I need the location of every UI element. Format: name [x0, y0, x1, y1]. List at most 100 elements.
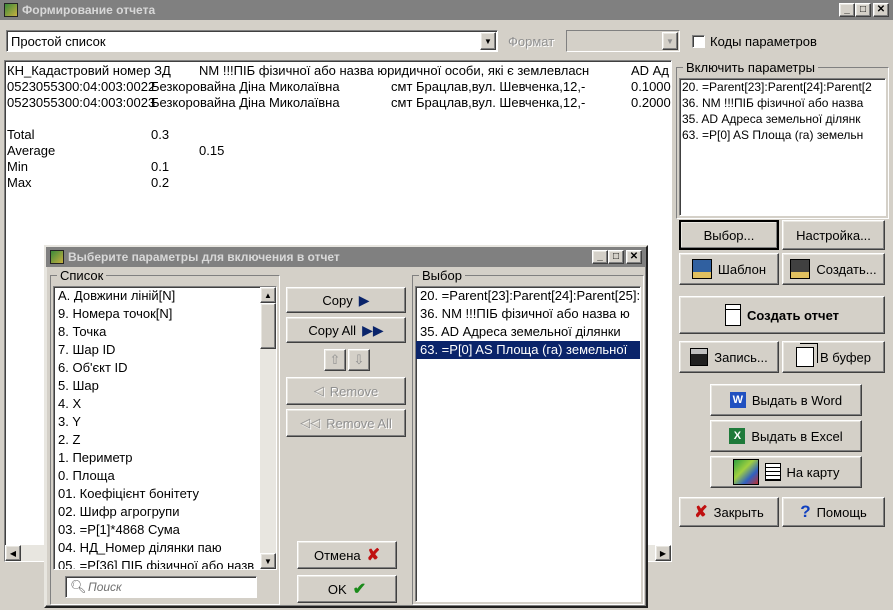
stat-min-label: Min [7, 159, 28, 174]
stat-total-label: Total [7, 127, 35, 142]
table-header-ad: AD Ад [631, 63, 669, 78]
shablon-button[interactable]: Шаблон [679, 253, 779, 285]
format-label: Формат [508, 34, 555, 49]
maximize-button[interactable]: □ [855, 3, 871, 17]
list-item[interactable]: 01. Коефіцієнт бонітету [54, 485, 260, 503]
codes-checkbox[interactable] [692, 35, 705, 48]
help-label: Помощь [816, 504, 867, 520]
copy-all-button[interactable]: Copy All ▶▶ [286, 317, 406, 343]
nastroyka-button[interactable]: Настройка... [782, 220, 885, 250]
close-button[interactable]: ✘ Закрыть [679, 497, 779, 527]
table-row[interactable]: 0523055300:04:003:0022 [7, 79, 155, 95]
remove-all-button[interactable]: ◁◁ Remove All [286, 409, 406, 437]
vertical-scrollbar[interactable]: ▲ ▼ [260, 287, 276, 569]
copy-button[interactable]: Copy ▶ [286, 287, 406, 313]
choice-group-label: Выбор [419, 268, 465, 283]
include-params-list[interactable]: 20. =Parent[23]:Parent[24]:Parent[2 36. … [679, 78, 886, 216]
header-kn: КН_Кадастровий номер ЗД [7, 63, 171, 78]
scroll-up-icon[interactable]: ▲ [260, 287, 276, 303]
scroll-left-icon[interactable]: ◀ [5, 545, 21, 561]
scroll-right-icon[interactable]: ▶ [655, 545, 671, 561]
arrow-right-icon: ▶ [358, 291, 370, 308]
list-item[interactable]: 03. =P[1]*4868 Сума [54, 521, 260, 539]
table-row[interactable]: 0523055300:04:003:0023 [7, 95, 155, 111]
list-item[interactable]: 4. X [54, 395, 260, 413]
word-icon: W [729, 392, 746, 408]
shablon-label: Шаблон [717, 261, 767, 277]
list-item[interactable]: 6. Об'єкт ID [54, 359, 260, 377]
choice-item[interactable]: 20. =Parent[23]:Parent[24]:Parent[25]: [416, 287, 640, 305]
close-label: Закрыть [713, 504, 764, 520]
table-header-nm: NM !!!ПІБ фізичної або назва юридичної о… [199, 63, 590, 78]
cell-address: смт Брацлав,вул. Шевченка,12,- [391, 79, 586, 94]
list-item[interactable]: 8. Точка [54, 323, 260, 341]
move-up-button[interactable]: ⇧ [324, 349, 346, 371]
choice-group: Выбор 20. =Parent[23]:Parent[24]:Parent[… [412, 268, 644, 605]
nastroyka-label: Настройка... [796, 227, 871, 243]
list-item[interactable]: 02. Шифр агрогрупи [54, 503, 260, 521]
list-item[interactable]: 35. AD Адреса земельної ділянк [680, 111, 885, 127]
choice-item[interactable]: 35. AD Адреса земельної ділянки [416, 323, 640, 341]
list-group-label: Список [57, 268, 107, 283]
create-report-button[interactable]: Создать отчет [679, 296, 885, 334]
remove-button[interactable]: ◁ Remove [286, 377, 406, 405]
create-report-label: Создать отчет [746, 307, 840, 323]
dialog-maximize-button[interactable]: □ [608, 250, 624, 264]
stat-min-value: 0.1 [151, 159, 170, 174]
list-item[interactable]: 9. Номера точок[N] [54, 305, 260, 323]
word-label: Выдать в Word [751, 392, 843, 408]
list-item[interactable]: 05. =P[36] ПІБ фізичної або назв [54, 557, 260, 569]
remove-label: Remove [329, 383, 379, 399]
list-item[interactable]: 2. Z [54, 431, 260, 449]
dialog-minimize-button[interactable]: _ [592, 250, 608, 264]
help-button[interactable]: ? Помощь [782, 497, 885, 527]
vybor-button[interactable]: Выбор... [679, 220, 779, 250]
list-item[interactable]: 04. НД_Номер ділянки паю [54, 539, 260, 557]
list-item[interactable]: 63. =P[0] AS Площа (га) земельн [680, 127, 885, 143]
v-bufer-button[interactable]: В буфер [782, 341, 885, 373]
cell-name: Безкоровайна Діна Миколаївна [151, 95, 340, 110]
params-list[interactable]: A. Довжини ліній[N] 9. Номера точок[N] 8. … [53, 286, 277, 570]
word-button[interactable]: W Выдать в Word [710, 384, 862, 416]
ok-button[interactable]: OK ✔ [297, 575, 397, 603]
zapis-label: Запись... [714, 349, 768, 365]
scroll-down-icon[interactable]: ▼ [260, 553, 276, 569]
choice-item[interactable]: 36. NM !!!ПІБ фізичної або назва ю [416, 305, 640, 323]
chevron-down-icon[interactable]: ▼ [662, 32, 678, 50]
choice-item[interactable]: 63. =P[0] AS Площа (га) земельної [416, 341, 640, 359]
format-combo[interactable]: ▼ [566, 30, 680, 52]
move-down-button[interactable]: ⇩ [348, 349, 370, 371]
report-type-combo[interactable]: Простой список ▼ [6, 30, 498, 52]
select-params-dialog: Выберите параметры для включения в отчет… [44, 245, 648, 608]
zapis-button[interactable]: Запись... [679, 341, 779, 373]
list-item[interactable]: 3. Y [54, 413, 260, 431]
cell-name: Безкоровайна Діна Миколаївна [151, 79, 340, 94]
list-item[interactable]: 1. Периметр [54, 449, 260, 467]
search-icon: 🔍︎ [70, 579, 87, 594]
map-button[interactable]: На карту [710, 456, 862, 488]
scroll-thumb[interactable] [260, 303, 276, 349]
close-window-button[interactable]: ✕ [873, 3, 889, 17]
excel-button[interactable]: X Выдать в Excel [710, 420, 862, 452]
list-item[interactable]: 0. Площа [54, 467, 260, 485]
choice-list[interactable]: 20. =Parent[23]:Parent[24]:Parent[25]: 36… [415, 286, 641, 602]
search-input[interactable]: 🔍︎ Поиск [65, 576, 257, 598]
list-item[interactable]: 7. Шар ID [54, 341, 260, 359]
list-item[interactable]: 5. Шар [54, 377, 260, 395]
map-icon [732, 459, 759, 485]
cell-address: смт Брацлав,вул. Шевченка,12,- [391, 95, 586, 110]
minimize-button[interactable]: _ [839, 3, 855, 17]
include-params-group: Включить параметры 20. =Parent[23]:Paren… [676, 60, 889, 219]
sozdat-button[interactable]: Создать... [782, 253, 885, 285]
list-item[interactable]: A. Довжини ліній[N] [54, 287, 260, 305]
chevron-down-icon[interactable]: ▼ [480, 32, 496, 50]
list-item[interactable]: 36. NM !!!ПІБ фізичної або назва [680, 95, 885, 111]
report-type-value: Простой список [11, 34, 106, 49]
stat-max-value: 0.2 [151, 175, 170, 190]
cell-area: 0.2000 [631, 95, 671, 110]
dialog-close-button[interactable]: ✕ [626, 250, 642, 264]
codes-label: Коды параметров [710, 34, 817, 49]
list-item[interactable]: 20. =Parent[23]:Parent[24]:Parent[2 [680, 79, 885, 95]
cancel-button[interactable]: Отмена ✘ [297, 541, 397, 569]
copy-label: Copy [322, 292, 353, 308]
